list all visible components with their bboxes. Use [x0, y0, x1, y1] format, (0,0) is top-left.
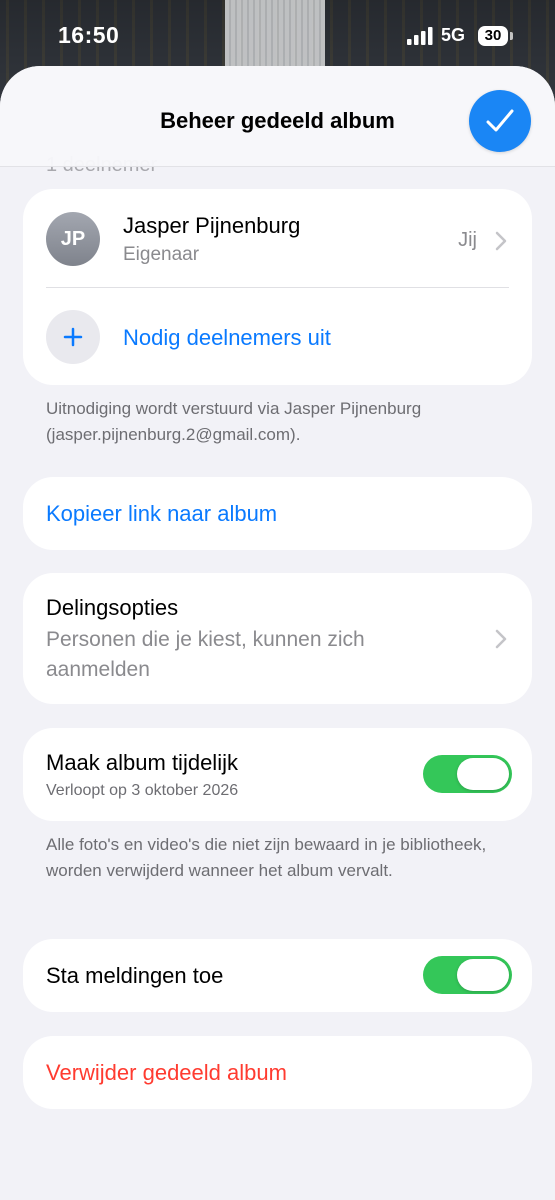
participant-role: Eigenaar — [123, 244, 200, 265]
invitation-footer: Uitnodiging wordt verstuurd via Jasper P… — [46, 399, 422, 444]
notifications-title: Sta meldingen toe — [46, 963, 224, 988]
network-type: 5G — [441, 25, 466, 45]
chevron-right-icon — [495, 231, 507, 251]
sheet-header: Beheer gedeeld album — [0, 66, 555, 167]
copy-link-label: Kopieer link naar album — [46, 501, 278, 526]
temporary-album-title: Maak album tijdelijk — [46, 750, 238, 775]
cellular-signal-icon — [407, 27, 433, 45]
plus-icon — [63, 327, 83, 347]
delete-shared-album-label: Verwijder gedeeld album — [46, 1060, 287, 1085]
battery-tip — [510, 32, 513, 40]
delete-shared-album-button[interactable]: Verwijder gedeeld album — [23, 1036, 532, 1109]
divider — [46, 287, 509, 288]
sharing-options-description: Personen die je kiest, kunnen zich aanme… — [46, 628, 365, 681]
temporary-album-footer: Alle foto's en video's die niet zijn bew… — [46, 835, 487, 880]
participants-card: JP Jasper Pijnenburg Eigenaar Jij Nodig … — [23, 189, 532, 385]
copy-link-button[interactable]: Kopieer link naar album — [23, 477, 532, 550]
temporary-album-row: Maak album tijdelijk Verloopt op 3 oktob… — [23, 728, 532, 821]
toggle-knob — [457, 959, 509, 991]
invite-participants-label: Nodig deelnemers uit — [123, 325, 331, 350]
status-time: 16:50 — [58, 22, 120, 48]
participant-name: Jasper Pijnenburg — [123, 213, 301, 238]
participant-self-label: Jij — [458, 229, 477, 251]
status-bar: 16:50 5G 30 — [0, 0, 555, 66]
sharing-options-row[interactable]: Delingsopties Personen die je kiest, kun… — [23, 573, 532, 704]
temporary-album-toggle[interactable] — [423, 755, 512, 793]
chevron-right-icon — [495, 629, 507, 649]
done-button[interactable] — [469, 90, 531, 152]
battery-icon: 30 — [478, 26, 508, 46]
temporary-album-expiry: Verloopt op 3 oktober 2026 — [46, 782, 239, 799]
toggle-knob — [457, 758, 509, 790]
notifications-row: Sta meldingen toe — [23, 939, 532, 1012]
notifications-toggle[interactable] — [423, 956, 512, 994]
sharing-options-title: Delingsopties — [46, 595, 179, 620]
avatar: JP — [46, 212, 100, 266]
manage-shared-album-sheet: Beheer gedeeld album 1 deelnemer JP Jasp… — [0, 66, 555, 1200]
checkmark-icon — [486, 109, 514, 132]
add-participant-circle — [46, 310, 100, 364]
